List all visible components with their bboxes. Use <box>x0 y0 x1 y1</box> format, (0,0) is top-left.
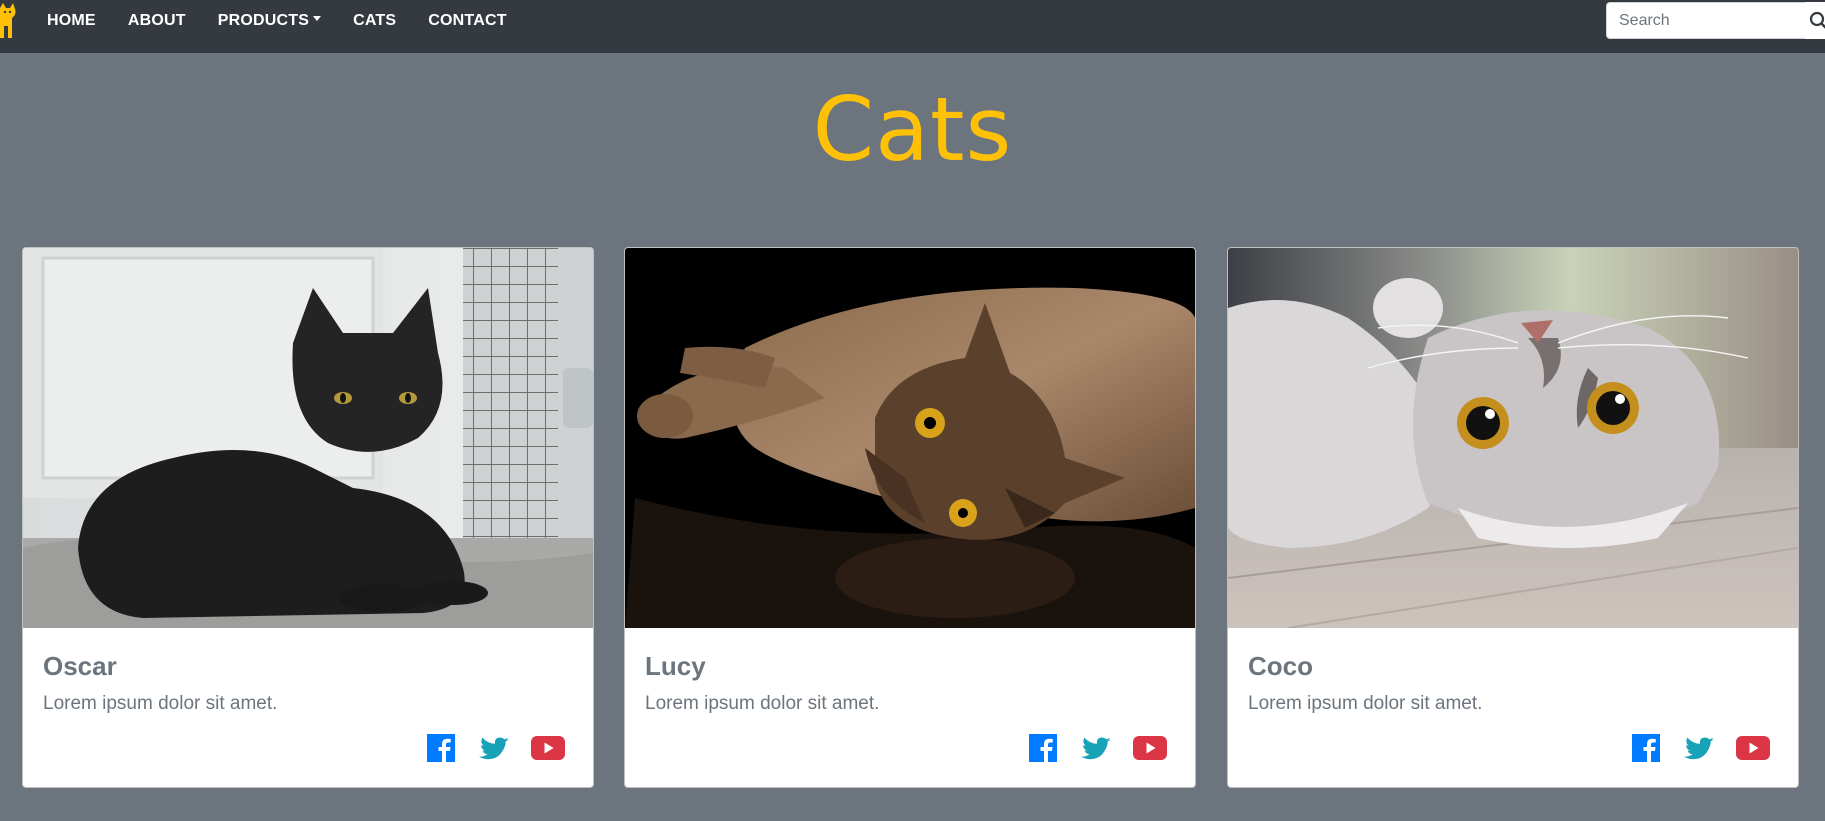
facebook-icon[interactable] <box>1029 734 1057 762</box>
social-links <box>405 734 565 762</box>
cat-card: Oscar Lorem ipsum dolor sit amet. <box>22 247 594 788</box>
nav-contact-link[interactable]: CONTACT <box>428 12 506 30</box>
cat-card: Coco Lorem ipsum dolor sit amet. <box>1227 247 1799 788</box>
search-button[interactable] <box>1805 2 1825 39</box>
cat-card: Lucy Lorem ipsum dolor sit amet. <box>624 247 1196 788</box>
search-icon <box>1805 2 1825 39</box>
youtube-icon[interactable] <box>1133 736 1167 760</box>
nav-about-link[interactable]: ABOUT <box>128 12 186 30</box>
page-title: Cats <box>812 78 1013 181</box>
social-links <box>1007 734 1167 762</box>
card-text: Lorem ipsum dolor sit amet. <box>43 693 278 714</box>
navbar: HOME ABOUT PRODUCTS CATS CONTACT <box>0 0 1825 53</box>
cat-photo-lucy <box>625 248 1195 628</box>
nav-menu: HOME ABOUT PRODUCTS CATS CONTACT <box>47 0 539 41</box>
card-title: Lucy <box>645 651 706 681</box>
card-title: Oscar <box>43 651 117 681</box>
twitter-icon[interactable] <box>1682 735 1714 762</box>
nav-cats-link[interactable]: CATS <box>353 12 396 30</box>
twitter-icon[interactable] <box>477 735 509 762</box>
card-text: Lorem ipsum dolor sit amet. <box>645 693 880 714</box>
social-links <box>1610 734 1770 762</box>
youtube-icon[interactable] <box>531 736 565 760</box>
nav-home-link[interactable]: HOME <box>47 12 96 30</box>
caret-down-icon <box>313 15 322 21</box>
facebook-icon[interactable] <box>427 734 455 762</box>
nav-products-label: PRODUCTS <box>217 11 310 29</box>
facebook-icon[interactable] <box>1632 734 1660 762</box>
card-title: Coco <box>1248 651 1313 681</box>
nav-products-dropdown[interactable]: PRODUCTS <box>217 11 322 30</box>
cat-photo-oscar <box>23 248 593 628</box>
cat-logo-icon[interactable] <box>0 0 18 40</box>
search-input[interactable] <box>1606 2 1825 39</box>
twitter-icon[interactable] <box>1079 735 1111 762</box>
card-text: Lorem ipsum dolor sit amet. <box>1248 693 1483 714</box>
youtube-icon[interactable] <box>1736 736 1770 760</box>
cat-photo-coco <box>1228 248 1798 628</box>
